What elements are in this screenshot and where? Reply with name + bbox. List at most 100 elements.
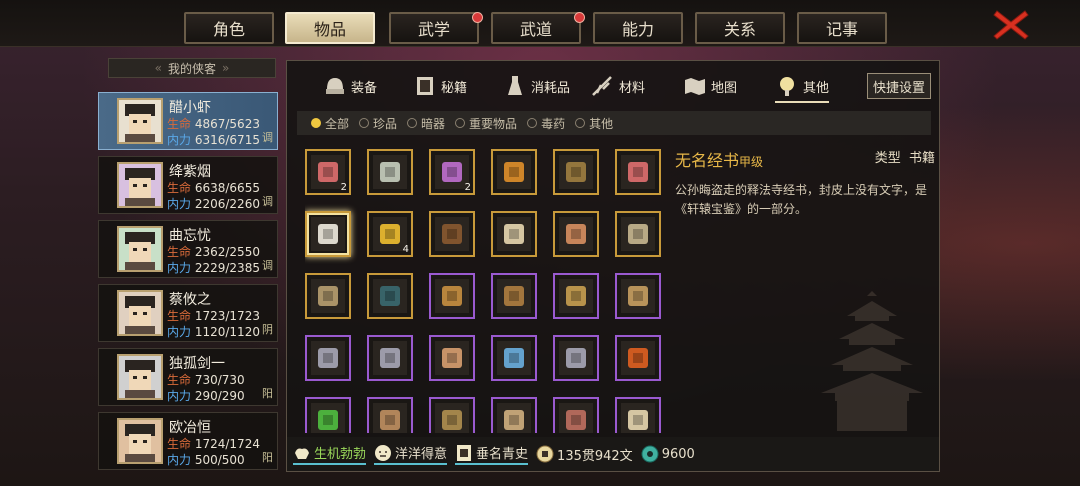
hero-name: 蔡攸之 — [169, 292, 211, 308]
tab-label: 武学 — [417, 20, 450, 39]
plaque-icon — [311, 279, 345, 313]
item-slot[interactable] — [429, 273, 475, 319]
book-icon — [413, 74, 437, 98]
category-tab-4[interactable]: 地图 — [683, 71, 737, 101]
item-slot[interactable] — [305, 397, 351, 433]
hero-list-title: « 我的侠客 » — [108, 58, 276, 78]
material-icon — [591, 74, 615, 98]
item-slot[interactable] — [553, 273, 599, 319]
tab-label: 物品 — [313, 20, 346, 39]
item-slot[interactable] — [305, 211, 351, 257]
hero-hp: 生命 1724/1724 — [167, 435, 260, 452]
hero-card[interactable]: 蔡攸之 生命 1723/1723 内力 1120/1120 阴 — [98, 284, 278, 342]
item-slot[interactable] — [553, 211, 599, 257]
category-tab-3[interactable]: 材料 — [591, 71, 645, 101]
item-slot[interactable] — [491, 273, 537, 319]
tab-0[interactable]: 角色 — [184, 12, 274, 44]
box-icon — [373, 279, 407, 313]
hero-card[interactable]: 欧冶恒 生命 1724/1724 内力 500/500 阳 — [98, 412, 278, 470]
jade-value: 9600 — [661, 446, 695, 462]
banner-icon — [455, 444, 473, 462]
category-tab-2[interactable]: 消耗品 — [503, 71, 570, 101]
item-slot[interactable] — [429, 335, 475, 381]
hero-card[interactable]: 绛紫烟 生命 6638/6655 内力 2206/2260 调 — [98, 156, 278, 214]
filter-label: 重要物品 — [469, 116, 518, 131]
filter-option-1[interactable]: 珍品 — [359, 115, 397, 132]
filter-option-5[interactable]: 其他 — [575, 115, 613, 132]
item-slot[interactable] — [491, 149, 537, 195]
item-slot[interactable] — [615, 211, 661, 257]
category-tab-5[interactable]: 其他 — [775, 71, 830, 103]
item-slot[interactable]: 2 — [305, 149, 351, 195]
tab-3[interactable]: 武道 — [491, 12, 585, 44]
hero-card[interactable]: 独孤剑一 生命 730/730 内力 290/290 阳 — [98, 348, 278, 406]
filter-option-0[interactable]: 全部 — [311, 115, 349, 132]
filter-label: 珍品 — [373, 116, 398, 131]
item-slot[interactable] — [305, 273, 351, 319]
hero-name: 曲忘忧 — [169, 228, 211, 244]
quick-setting-button[interactable]: 快捷设置 — [867, 73, 931, 99]
item-slot[interactable] — [429, 397, 475, 433]
item-slot[interactable] — [615, 149, 661, 195]
feather-icon — [497, 155, 531, 189]
tab-1[interactable]: 物品 — [285, 12, 375, 44]
hero-name: 醋小虾 — [169, 100, 211, 116]
hero-card[interactable]: 曲忘忧 生命 2362/2550 内力 2229/2385 调 — [98, 220, 278, 278]
filter-option-4[interactable]: 毒药 — [527, 115, 565, 132]
mp-label: 内力 — [167, 453, 192, 467]
mood-status-2: 洋洋得意 — [374, 443, 448, 465]
token-icon — [373, 155, 407, 189]
mp-label: 内力 — [167, 133, 192, 147]
hero-card[interactable]: 醋小虾 生命 4867/5623 内力 6316/6715 调 — [98, 92, 278, 150]
item-slot[interactable] — [491, 397, 537, 433]
item-slot[interactable] — [615, 335, 661, 381]
hero-hp: 生命 6638/6655 — [167, 179, 260, 196]
money-status: 135贯942文 — [536, 445, 633, 464]
item-slot[interactable] — [429, 211, 475, 257]
filter-option-3[interactable]: 重要物品 — [455, 115, 517, 132]
item-quantity: 2 — [464, 182, 471, 193]
item-slot[interactable] — [367, 149, 413, 195]
item-slot[interactable] — [367, 397, 413, 433]
mp-label: 内力 — [167, 389, 192, 403]
item-slot[interactable] — [367, 335, 413, 381]
item-slot[interactable]: 4 — [367, 211, 413, 257]
item-slot[interactable]: 2 — [429, 149, 475, 195]
hero-mp: 内力 2229/2385 — [167, 259, 260, 276]
plaque-icon — [621, 217, 655, 251]
item-slot[interactable] — [491, 335, 537, 381]
tablet-icon — [621, 403, 655, 433]
card-icon — [621, 341, 655, 375]
item-slot[interactable] — [305, 335, 351, 381]
tab-6[interactable]: 记事 — [797, 12, 887, 44]
filter-label: 毒药 — [541, 116, 566, 131]
filter-option-2[interactable]: 暗器 — [407, 115, 445, 132]
hero-mp: 内力 2206/2260 — [167, 195, 260, 212]
item-slot[interactable] — [553, 397, 599, 433]
item-slot[interactable] — [615, 273, 661, 319]
hero-avatar — [117, 290, 163, 336]
hero-tag: 调 — [262, 195, 273, 208]
category-tab-label: 其他 — [803, 80, 830, 96]
key-icon — [311, 341, 345, 375]
tab-2[interactable]: 武学 — [389, 12, 483, 44]
item-slot[interactable] — [615, 397, 661, 433]
item-slot[interactable] — [553, 149, 599, 195]
category-tab-0[interactable]: 装备 — [323, 71, 377, 101]
close-icon[interactable] — [992, 8, 1030, 42]
tab-label: 角色 — [212, 20, 245, 39]
tab-5[interactable]: 关系 — [695, 12, 785, 44]
letter-icon — [497, 341, 531, 375]
category-tab-1[interactable]: 秘籍 — [413, 71, 467, 101]
ring-icon — [497, 279, 531, 313]
inventory-panel: 装备 秘籍 消耗品 材料 地图 其他 快捷设置 全部 珍品 暗器 重要物品 毒药 其他 224 无名… — [286, 60, 940, 472]
item-slot[interactable] — [367, 273, 413, 319]
chevron-right-icon[interactable]: » — [222, 61, 229, 75]
tab-4[interactable]: 能力 — [593, 12, 683, 44]
mp-label: 内力 — [167, 197, 192, 211]
chevron-left-icon[interactable]: « — [155, 61, 162, 75]
hp-label: 生命 — [167, 245, 192, 259]
item-detail-description: 公孙晦盗走的释法寺经书，封皮上没有文字，是《轩辕宝鉴》的一部分。 — [675, 183, 928, 216]
item-slot[interactable] — [553, 335, 599, 381]
item-slot[interactable] — [491, 211, 537, 257]
